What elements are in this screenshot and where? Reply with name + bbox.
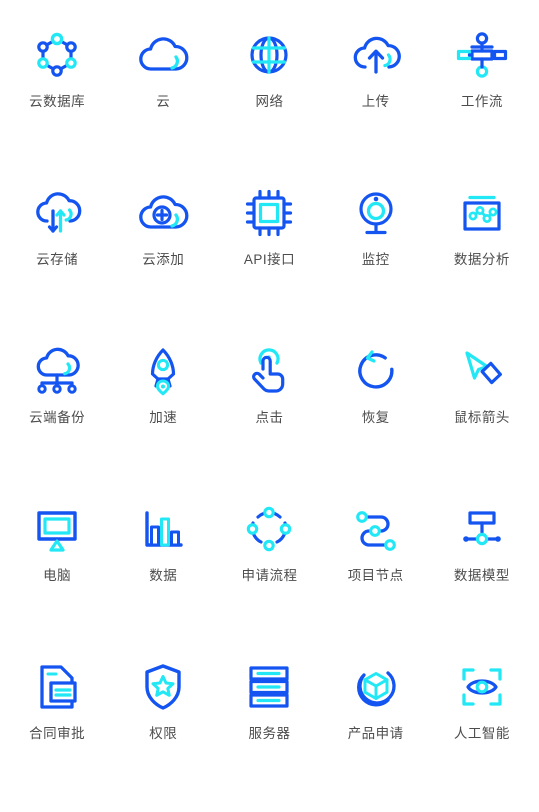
icon-cell-product-apply[interactable]: 产品申请	[323, 644, 429, 802]
cloud-backup-icon	[28, 342, 86, 400]
icon-cell-data-model[interactable]: 数据模型	[429, 486, 535, 644]
icon-cell-project-node[interactable]: 项目节点	[323, 486, 429, 644]
icon-label-accelerate: 加速	[149, 410, 178, 425]
icon-cell-permission[interactable]: 权限	[110, 644, 216, 802]
icon-label-product-apply: 产品申请	[347, 726, 404, 741]
cube-product-icon	[347, 658, 405, 716]
mouse-cursor-icon	[453, 342, 511, 400]
shield-star-icon	[134, 658, 192, 716]
icon-label-ai: 人工智能	[453, 726, 510, 741]
rocket-icon	[134, 342, 192, 400]
icon-label-cloud-storage: 云存储	[36, 252, 79, 267]
icon-label-cloud-backup: 云端备份	[29, 410, 86, 425]
icon-label-cloud-add: 云添加	[142, 252, 185, 267]
icon-cell-upload[interactable]: 上传	[323, 12, 429, 170]
icon-label-cloud-database: 云数据库	[29, 94, 86, 109]
camera-monitor-icon	[347, 184, 405, 242]
icon-cell-api[interactable]: API接口	[216, 170, 322, 328]
icon-label-permission: 权限	[149, 726, 178, 741]
data-model-icon	[453, 500, 511, 558]
icon-cell-cloud[interactable]: 云	[110, 12, 216, 170]
icon-grid: 云数据库 云 网络 上传 工作流 云存储 云添加 API接口 监控 数据分析 云…	[0, 0, 539, 812]
icon-label-project-node: 项目节点	[347, 568, 404, 583]
icon-label-api: API接口	[243, 252, 296, 267]
icon-label-data-analysis: 数据分析	[453, 252, 510, 267]
data-analysis-icon	[453, 184, 511, 242]
circular-flow-icon	[240, 500, 298, 558]
icon-label-cursor: 鼠标箭头	[453, 410, 510, 425]
icon-cell-network[interactable]: 网络	[216, 12, 322, 170]
workflow-icon	[453, 26, 511, 84]
icon-cell-monitoring[interactable]: 监控	[323, 170, 429, 328]
icon-cell-workflow[interactable]: 工作流	[429, 12, 535, 170]
icon-cell-accelerate[interactable]: 加速	[110, 328, 216, 486]
icon-cell-data[interactable]: 数据	[110, 486, 216, 644]
icon-label-cloud: 云	[156, 94, 171, 109]
icon-label-data: 数据	[149, 568, 178, 583]
icon-cell-cloud-storage[interactable]: 云存储	[4, 170, 110, 328]
icon-cell-cursor[interactable]: 鼠标箭头	[429, 328, 535, 486]
bar-chart-icon	[134, 500, 192, 558]
icon-label-data-model: 数据模型	[453, 568, 510, 583]
icon-label-workflow: 工作流	[460, 94, 503, 109]
icon-cell-ai[interactable]: 人工智能	[429, 644, 535, 802]
icon-label-contract-approval: 合同审批	[29, 726, 86, 741]
cloud-storage-icon	[28, 184, 86, 242]
chip-api-icon	[240, 184, 298, 242]
project-node-icon	[347, 500, 405, 558]
cloud-upload-icon	[347, 26, 405, 84]
server-rack-icon	[240, 658, 298, 716]
icon-cell-computer[interactable]: 电脑	[4, 486, 110, 644]
ai-eye-scan-icon	[453, 658, 511, 716]
icon-cell-contract-approval[interactable]: 合同审批	[4, 644, 110, 802]
cloud-add-icon	[134, 184, 192, 242]
icon-label-click: 点击	[255, 410, 284, 425]
icon-cell-cloud-database[interactable]: 云数据库	[4, 12, 110, 170]
icon-cell-data-analysis[interactable]: 数据分析	[429, 170, 535, 328]
icon-label-server: 服务器	[248, 726, 291, 741]
icon-label-network: 网络	[255, 94, 284, 109]
icon-cell-cloud-backup[interactable]: 云端备份	[4, 328, 110, 486]
cloud-icon	[134, 26, 192, 84]
icon-cell-apply-process[interactable]: 申请流程	[216, 486, 322, 644]
click-hand-icon	[240, 342, 298, 400]
icon-label-upload: 上传	[361, 94, 390, 109]
contract-approval-icon	[28, 658, 86, 716]
cloud-database-icon	[28, 26, 86, 84]
icon-cell-click[interactable]: 点击	[216, 328, 322, 486]
icon-label-computer: 电脑	[43, 568, 72, 583]
icon-cell-restore[interactable]: 恢复	[323, 328, 429, 486]
icon-label-restore: 恢复	[361, 410, 390, 425]
icon-cell-server[interactable]: 服务器	[216, 644, 322, 802]
icon-label-apply-process: 申请流程	[241, 568, 298, 583]
monitor-icon	[28, 500, 86, 558]
icon-label-monitoring: 监控	[361, 252, 390, 267]
icon-cell-cloud-add[interactable]: 云添加	[110, 170, 216, 328]
globe-network-icon	[240, 26, 298, 84]
undo-restore-icon	[347, 342, 405, 400]
